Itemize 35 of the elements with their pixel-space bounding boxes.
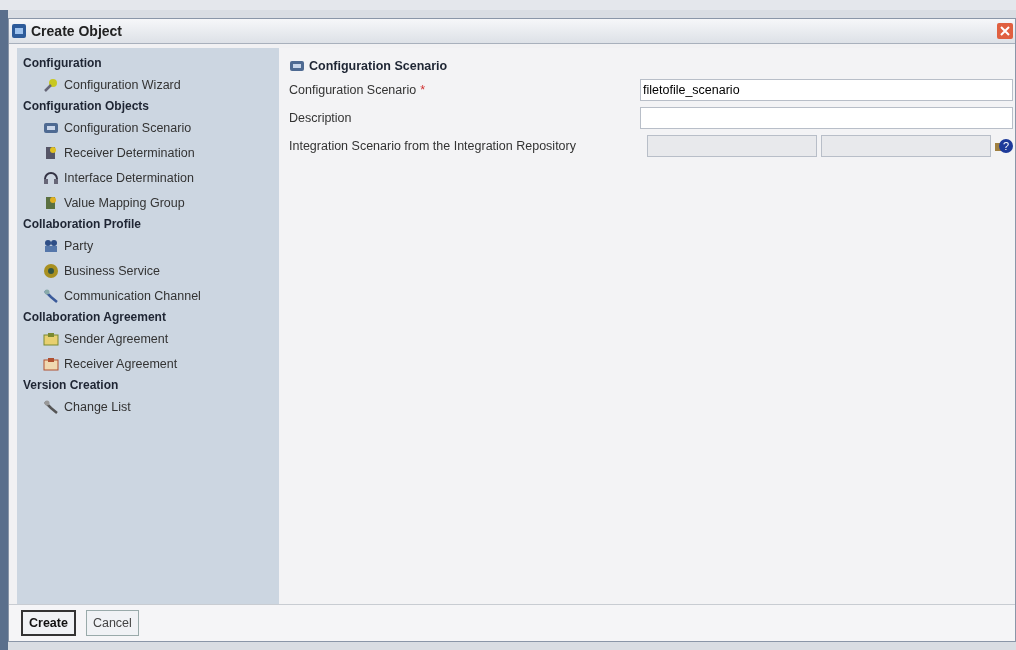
section-heading: Configuration bbox=[23, 55, 103, 72]
sidebar-item[interactable]: Communication Channel bbox=[23, 283, 279, 308]
sidebar-item[interactable]: Sender Agreement bbox=[23, 326, 279, 351]
section-heading: Version Creation bbox=[23, 377, 120, 394]
sidebar-item[interactable]: Configuration Wizard bbox=[23, 72, 279, 97]
input-field[interactable] bbox=[640, 107, 1013, 129]
section-heading: Collaboration Profile bbox=[23, 216, 142, 233]
sidebar-item[interactable]: Receiver Determination bbox=[23, 140, 279, 165]
field-label: Description bbox=[289, 111, 352, 125]
window-title: Create Object bbox=[31, 23, 124, 39]
input-field[interactable]: filetofile_scenario bbox=[640, 79, 1013, 101]
sidebar-item[interactable]: Change List bbox=[23, 394, 279, 419]
section-heading: Collaboration Agreement bbox=[23, 309, 167, 326]
app-icon bbox=[11, 23, 27, 39]
close-icon[interactable] bbox=[997, 23, 1013, 39]
field-label: Integration Scenario from the Integration Repository bbox=[289, 139, 576, 153]
gear-icon bbox=[43, 262, 59, 279]
key-icon bbox=[43, 194, 59, 211]
sidebar-item[interactable]: Receiver Agreement bbox=[23, 351, 279, 376]
section-heading: Configuration Objects bbox=[23, 98, 150, 115]
sidebar-item[interactable]: Party bbox=[23, 233, 279, 258]
headset-icon bbox=[43, 169, 59, 186]
sidebar-item[interactable]: Interface Determination bbox=[23, 165, 279, 190]
sidebar-item[interactable]: Value Mapping Group bbox=[23, 190, 279, 215]
screen-icon bbox=[289, 58, 305, 74]
required-mark: * bbox=[420, 83, 426, 97]
dialog-button[interactable]: Create bbox=[21, 610, 76, 636]
dialog-button[interactable]: Cancel bbox=[85, 610, 139, 636]
field-label: Configuration Scenario bbox=[289, 83, 417, 97]
wand-icon bbox=[43, 76, 59, 93]
sidebar-item[interactable]: Configuration Scenario bbox=[23, 115, 279, 140]
people-icon bbox=[43, 237, 59, 254]
sidebar-item[interactable]: Business Service bbox=[23, 258, 279, 283]
form-heading: Configuration Scenario bbox=[309, 59, 448, 73]
document-key-icon bbox=[43, 144, 59, 161]
